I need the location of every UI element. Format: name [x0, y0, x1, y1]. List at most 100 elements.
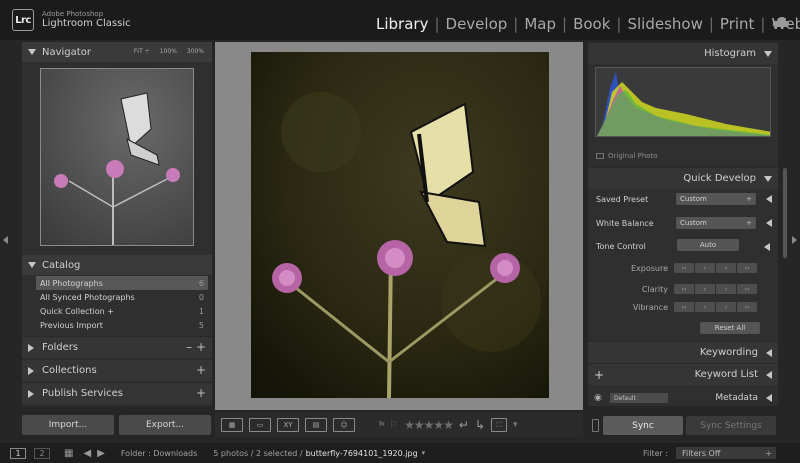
vibrance-inc[interactable]: ›: [716, 302, 736, 312]
keywording-header[interactable]: Keywording: [588, 341, 778, 363]
catalog-item[interactable]: All Photographs 6: [36, 276, 208, 290]
sync-button[interactable]: Sync: [603, 416, 683, 435]
histogram-header[interactable]: Histogram: [588, 42, 778, 64]
flag-icon[interactable]: ⚑ ⚐: [377, 420, 398, 431]
sync-settings-button[interactable]: Sync Settings: [686, 416, 776, 435]
module-library[interactable]: Library: [376, 15, 428, 33]
toolbar-menu-icon[interactable]: ▾: [513, 420, 518, 430]
exposure-inc-big[interactable]: ››: [737, 263, 757, 273]
page-1-button[interactable]: 1: [10, 447, 26, 459]
filter-select[interactable]: Filters Off ÷: [676, 447, 776, 459]
rating-stars-icon[interactable]: ★★★★★: [404, 418, 454, 432]
module-slideshow[interactable]: Slideshow: [627, 15, 702, 33]
catalog-header[interactable]: Catalog: [22, 255, 212, 275]
navigator-header[interactable]: Navigator FIT ÷ 100% 300%: [22, 42, 212, 62]
quick-develop-header[interactable]: Quick Develop: [588, 167, 778, 189]
exposure-dec[interactable]: ‹: [695, 263, 715, 273]
clarity-inc[interactable]: ›: [716, 284, 736, 294]
white-balance-select[interactable]: Custom ÷: [676, 217, 756, 229]
loupe-view: [215, 42, 583, 410]
expand-icon[interactable]: [766, 195, 772, 203]
zoom-fit[interactable]: FIT ÷: [134, 48, 150, 55]
folder-source[interactable]: Folder : Downloads: [121, 449, 197, 458]
forward-arrow-icon[interactable]: ▶: [97, 448, 105, 459]
metadata-header[interactable]: ◉ Default Metadata: [588, 390, 778, 406]
cloud-icon[interactable]: [772, 16, 790, 28]
expand-icon: [766, 348, 772, 357]
expand-icon: [28, 343, 34, 352]
loupe-view-icon[interactable]: ▭: [249, 418, 271, 432]
library-toolbar: ▦ ▭ XY ▤ ☺ ⚑ ⚐ ★★★★★ ↵ ↳ ⛶ ▾: [215, 413, 583, 437]
publish-add-icon[interactable]: +: [196, 386, 206, 400]
module-develop[interactable]: Develop: [446, 15, 508, 33]
catalog-item[interactable]: Previous Import 5: [36, 318, 208, 332]
auto-sync-switch[interactable]: [592, 419, 599, 432]
metadata-preset-select[interactable]: Default: [610, 393, 668, 403]
compare-view-icon[interactable]: XY: [277, 418, 299, 432]
collapse-icon: [28, 262, 36, 268]
collapse-icon: [28, 49, 36, 55]
module-print[interactable]: Print: [720, 15, 755, 33]
checkbox-icon: [596, 153, 604, 159]
module-picker: Library | Develop | Map | Book | Slideshow | …: [376, 15, 800, 33]
module-book[interactable]: Book: [573, 15, 610, 33]
expand-icon[interactable]: [764, 243, 770, 251]
exposure-inc[interactable]: ›: [716, 263, 736, 273]
zoom-100[interactable]: 100%: [160, 48, 177, 55]
publish-services-header[interactable]: Publish Services +: [22, 382, 212, 404]
back-arrow-icon[interactable]: ◀: [83, 448, 91, 459]
collections-add-icon[interactable]: +: [196, 363, 206, 377]
rotate-left-icon[interactable]: ↵: [459, 418, 469, 432]
catalog-list: All Photographs 6 All Synced Photographs 0…: [36, 276, 208, 332]
right-panel-scrollbar[interactable]: [783, 168, 787, 258]
clarity-dec-big[interactable]: ‹‹: [674, 284, 694, 294]
navigator-preview[interactable]: [40, 68, 194, 246]
vibrance-row: Vibrance ‹‹ ‹ › ››: [592, 300, 774, 314]
white-balance-row: White Balance Custom ÷: [592, 214, 774, 232]
export-button[interactable]: Export...: [119, 415, 211, 435]
brand-line-2: Lightroom Classic: [42, 18, 131, 29]
collections-header[interactable]: Collections +: [22, 359, 212, 381]
main-photo[interactable]: [251, 52, 549, 398]
navigator-title: Navigator: [42, 46, 91, 58]
auto-tone-button[interactable]: Auto: [677, 239, 739, 251]
vibrance-inc-big[interactable]: ››: [737, 302, 757, 312]
saved-preset-select[interactable]: Custom ÷: [676, 193, 756, 205]
right-panel: Histogram Original Photo Quick Develop S…: [588, 42, 778, 406]
eye-icon: ◉: [594, 393, 602, 403]
page-2-button[interactable]: 2: [34, 447, 50, 459]
vibrance-dec-big[interactable]: ‹‹: [674, 302, 694, 312]
catalog-title: Catalog: [42, 259, 81, 271]
reset-all-button[interactable]: Reset All: [700, 322, 760, 334]
expand-icon[interactable]: [766, 219, 772, 227]
selected-filename[interactable]: butterfly-7694101_1920.jpg: [306, 449, 418, 458]
original-photo-toggle[interactable]: Original Photo: [596, 152, 658, 160]
folders-add-icon[interactable]: – +: [186, 340, 206, 354]
module-map[interactable]: Map: [524, 15, 556, 33]
catalog-item[interactable]: All Synced Photographs 0: [36, 290, 208, 304]
filter-label: Filter :: [643, 448, 669, 458]
folders-header[interactable]: Folders – +: [22, 336, 212, 358]
left-panel-toggle-icon[interactable]: [3, 236, 8, 244]
clarity-inc-big[interactable]: ››: [737, 284, 757, 294]
keyword-add-icon[interactable]: +: [594, 368, 604, 382]
vibrance-dec[interactable]: ‹: [695, 302, 715, 312]
survey-view-icon[interactable]: ▤: [305, 418, 327, 432]
import-button[interactable]: Import...: [22, 415, 114, 435]
clarity-dec[interactable]: ‹: [695, 284, 715, 294]
catalog-item[interactable]: Quick Collection +1: [36, 304, 208, 318]
people-view-icon[interactable]: ☺: [333, 418, 355, 432]
zoom-300[interactable]: 300%: [187, 48, 204, 55]
rotate-right-icon[interactable]: ↳: [475, 418, 485, 432]
grid-view-icon[interactable]: ▦: [221, 418, 243, 432]
filename-dropdown-icon[interactable]: ▾: [422, 449, 426, 457]
crop-icon[interactable]: ⛶: [491, 418, 508, 432]
exposure-dec-big[interactable]: ‹‹: [674, 263, 694, 273]
histogram-graph: [595, 67, 771, 137]
grid-icon[interactable]: ▦: [64, 448, 73, 459]
expand-icon: [28, 389, 34, 398]
right-panel-toggle-icon[interactable]: [792, 236, 797, 244]
keyword-list-header[interactable]: + Keyword List: [588, 363, 778, 385]
collapse-icon: [764, 175, 772, 182]
lrc-logo: Lrc: [12, 9, 34, 31]
